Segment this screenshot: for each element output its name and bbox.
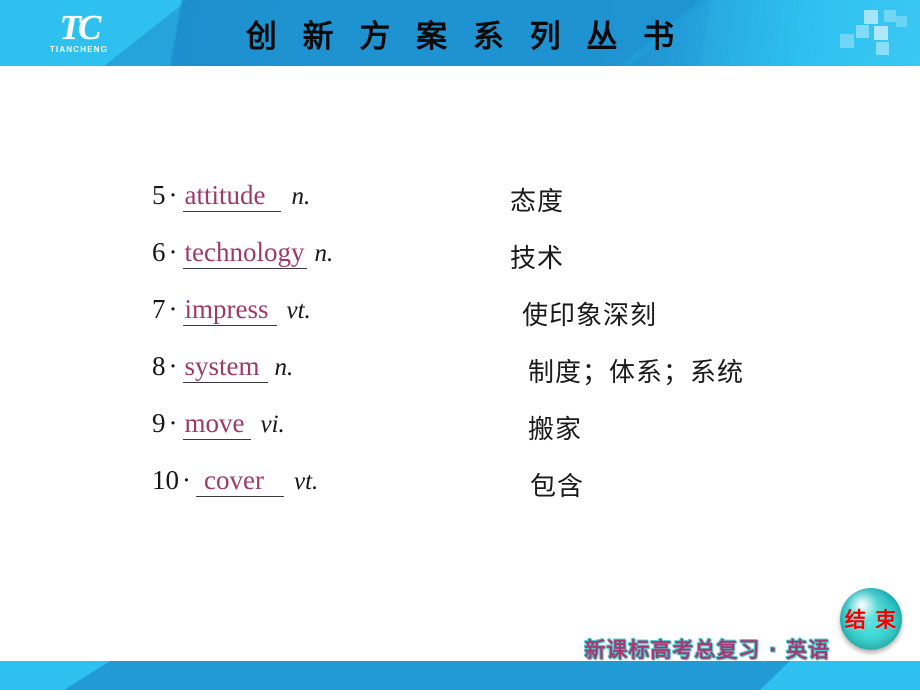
vocabulary-item: 8 · system n. 制度；体系；系统: [0, 351, 920, 408]
vocab-word-blank[interactable]: system: [182, 351, 268, 383]
vocab-word-blank[interactable]: technology: [182, 237, 308, 269]
vocab-word-blank[interactable]: attitude: [182, 180, 282, 212]
vocab-entry-english: 7 · impress vt.: [152, 294, 311, 326]
end-button[interactable]: 结 束: [840, 588, 902, 650]
footer-title: 新课标高考总复习 · 英语: [584, 638, 830, 662]
vocab-part-of-speech: vt.: [286, 297, 311, 324]
vocab-word-blank[interactable]: move: [182, 408, 251, 440]
header-bar: TC TIANCHENG 创 新 方 案 系 列 丛 书: [0, 0, 920, 66]
vocab-part-of-speech: n.: [274, 354, 294, 381]
vocab-meaning: 态度: [510, 187, 565, 217]
header-squares-decoration: [802, 4, 912, 62]
vocab-meaning: 技术: [510, 244, 565, 274]
vocabulary-item: 6 · technology n. 技术: [0, 237, 920, 294]
vocab-part-of-speech: n.: [314, 240, 334, 267]
vocab-item-number: 7: [152, 294, 166, 324]
vocab-word-blank[interactable]: impress: [182, 294, 277, 326]
vocab-entry-english: 9 · move vi.: [152, 408, 285, 440]
page-title: 创 新 方 案 系 列 丛 书: [245, 19, 684, 54]
vocab-meaning: 搬家: [528, 415, 583, 445]
vocab-item-number: 8: [152, 351, 166, 381]
vocab-part-of-speech: n.: [291, 183, 311, 210]
vocab-item-separator: ·: [168, 408, 178, 438]
vocab-part-of-speech: vi.: [260, 411, 285, 438]
vocab-entry-english: 8 · system n.: [152, 351, 294, 383]
vocab-word-blank[interactable]: cover: [196, 465, 284, 497]
vocab-entry-english: 6 · technology n.: [152, 237, 334, 269]
vocab-item-separator: ·: [168, 237, 178, 267]
vocab-entry-english: 10 · cover vt.: [152, 465, 319, 497]
vocab-item-number: 6: [152, 237, 166, 267]
vocab-meaning: 包含: [530, 472, 585, 502]
vocabulary-item: 5 · attitude n. 态度: [0, 180, 920, 237]
vocab-entry-english: 5 · attitude n.: [152, 180, 311, 212]
vocab-item-number: 9: [152, 408, 166, 438]
vocab-meaning: 使印象深刻: [522, 301, 658, 331]
vocab-item-number: 10: [152, 465, 179, 495]
end-button-label: 结 束: [844, 608, 898, 632]
vocab-item-number: 5: [152, 180, 166, 210]
footer-bar: [0, 661, 920, 690]
vocab-item-separator: ·: [168, 351, 178, 381]
vocab-item-separator: ·: [182, 465, 191, 495]
vocab-part-of-speech: vt.: [293, 468, 319, 495]
vocabulary-item: 10 · cover vt. 包含: [0, 465, 920, 522]
vocab-meaning: 制度；体系；系统: [528, 358, 745, 388]
vocab-item-separator: ·: [168, 180, 178, 210]
vocabulary-list: 5 · attitude n. 态度 6 · technology n. 技术 7 · impr…: [0, 180, 920, 522]
vocabulary-item: 7 · impress vt. 使印象深刻: [0, 294, 920, 351]
vocab-item-separator: ·: [168, 294, 178, 324]
vocabulary-item: 9 · move vi. 搬家: [0, 408, 920, 465]
